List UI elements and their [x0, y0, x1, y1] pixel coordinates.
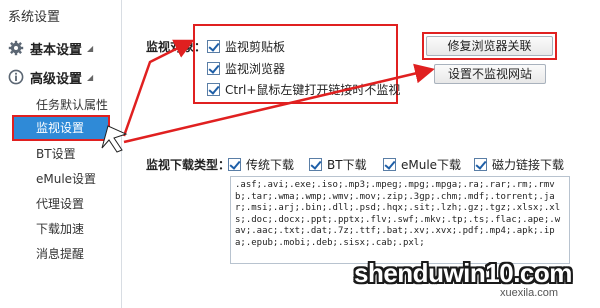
checkbox-checked-icon [474, 157, 487, 171]
checkbox-checked-icon [309, 157, 322, 171]
magnet-download-checkbox[interactable]: 磁力链接下载 [474, 155, 564, 173]
sidebar-group-basic[interactable]: 基本设置 ◢ [8, 38, 93, 58]
repair-browser-association-button[interactable]: 修复浏览器关联 [426, 36, 553, 56]
emule-download-checkbox[interactable]: eMule下载 [383, 155, 461, 173]
bt-download-checkbox[interactable]: BT下载 [309, 155, 367, 173]
checkbox-label: 监视浏览器 [225, 61, 286, 76]
sidebar-item-task-defaults[interactable]: 任务默认属性 [14, 94, 120, 116]
chevron-down-icon: ◢ [87, 43, 94, 53]
annotation-arrow [122, 39, 195, 137]
checkbox-label: BT下载 [327, 157, 367, 172]
download-types-label: 监视下载类型： [146, 158, 231, 172]
checkbox-checked-icon [207, 39, 220, 53]
sidebar-item-bt-settings[interactable]: BT设置 [14, 143, 120, 165]
sidebar-item-download-acceleration[interactable]: 下载加速 [14, 218, 120, 240]
sidebar-item-proxy-settings[interactable]: 代理设置 [14, 193, 120, 215]
checkbox-label: 磁力链接下载 [492, 157, 565, 172]
checkbox-checked-icon [207, 82, 220, 96]
watermark-sub: xuexila.com [500, 287, 559, 299]
ctrl-click-no-monitor-checkbox[interactable]: Ctrl+鼠标左键打开链接时不监视 [207, 80, 400, 98]
checkbox-checked-icon [207, 61, 220, 75]
checkbox-label: 监视剪贴板 [225, 39, 286, 54]
checkbox-label: Ctrl+鼠标左键打开链接时不监视 [225, 82, 401, 97]
sidebar-item-emule-settings[interactable]: eMule设置 [14, 168, 120, 190]
sidebar-item-monitor-settings[interactable]: 监视设置 [12, 115, 110, 141]
gear-icon [8, 40, 24, 56]
chevron-down-icon: ◢ [87, 72, 94, 82]
sidebar-item-message-alerts[interactable]: 消息提醒 [14, 243, 120, 265]
file-extensions-textarea[interactable]: .asf;.avi;.exe;.iso;.mp3;.mpeg;.mpg;.mpg… [230, 176, 570, 264]
checkbox-checked-icon [228, 157, 241, 171]
sidebar-group-label: 基本设置 [30, 42, 83, 58]
monitor-clipboard-checkbox[interactable]: 监视剪贴板 [207, 37, 285, 55]
monitor-browser-checkbox[interactable]: 监视浏览器 [207, 59, 285, 77]
checkbox-checked-icon [383, 157, 396, 171]
info-icon [8, 69, 24, 85]
sidebar-group-advanced[interactable]: 高级设置 ◢ [8, 67, 93, 87]
traditional-download-checkbox[interactable]: 传统下载 [228, 155, 294, 173]
sidebar: 系统设置 基本设置 ◢ 高级设置 ◢ 任务默认属性 监视设置 BT设置 eMul… [0, 0, 122, 308]
sidebar-group-label: 高级设置 [30, 71, 83, 87]
checkbox-label: eMule下载 [401, 157, 462, 172]
watermark-main: shenduwin10.com [354, 258, 572, 288]
no-monitor-sites-button[interactable]: 设置不监视网站 [434, 64, 546, 84]
checkbox-label: 传统下载 [246, 157, 295, 172]
window-title: 系统设置 [8, 10, 61, 25]
